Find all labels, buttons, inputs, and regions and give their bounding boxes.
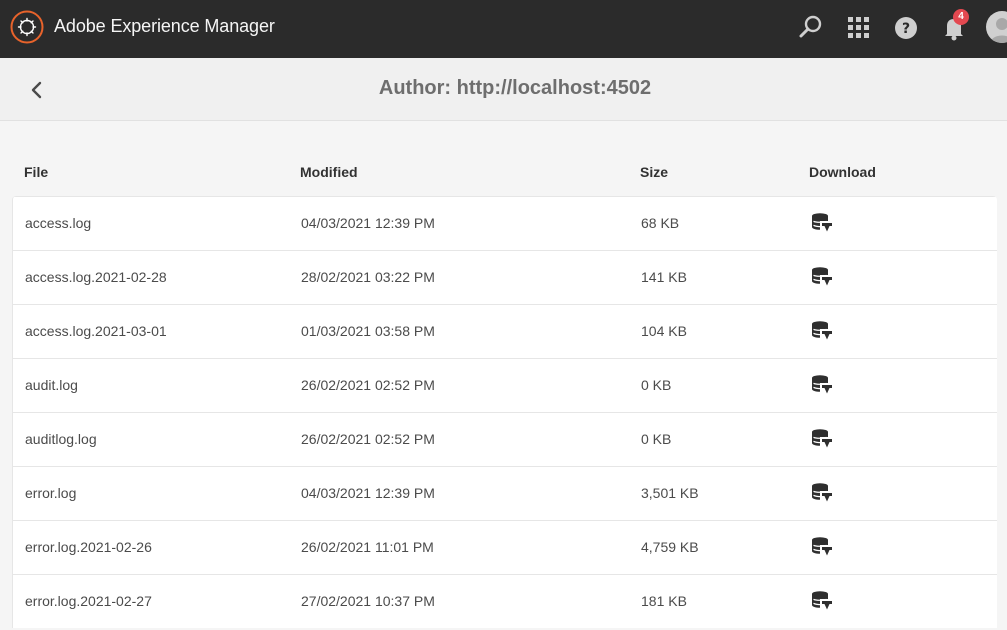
log-files-table: File Modified Size Download access.log 0… (12, 150, 997, 628)
file-name-cell: auditlog.log (25, 431, 97, 447)
file-name-cell: error.log (25, 485, 77, 501)
file-size-cell: 0 KB (641, 377, 672, 393)
download-icon[interactable] (810, 536, 834, 558)
modified-date-cell: 26/02/2021 11:01 PM (301, 539, 434, 555)
file-name-cell: access.log (25, 215, 92, 231)
help-icon[interactable]: ? (892, 12, 922, 42)
modified-date-cell: 01/03/2021 03:58 PM (301, 323, 435, 339)
modified-date-cell: 04/03/2021 12:39 PM (301, 215, 435, 231)
notification-badge: 4 (953, 9, 969, 25)
modified-date-cell: 26/02/2021 02:52 PM (301, 377, 435, 393)
table-row[interactable]: access.log.2021-02-28 28/02/2021 03:22 P… (13, 250, 997, 304)
modified-date-cell: 27/02/2021 10:37 PM (301, 593, 435, 609)
column-header-size[interactable]: Size (640, 164, 668, 180)
file-name-cell: error.log.2021-02-26 (25, 539, 152, 555)
column-header-download[interactable]: Download (809, 164, 876, 180)
file-size-cell: 4,759 KB (641, 539, 699, 555)
table-body: access.log 04/03/2021 12:39 PM 68 KB acc… (12, 196, 997, 628)
table-row[interactable]: error.log 04/03/2021 12:39 PM 3,501 KB (13, 466, 997, 520)
download-icon[interactable] (810, 320, 834, 342)
file-size-cell: 3,501 KB (641, 485, 699, 501)
download-icon[interactable] (810, 266, 834, 288)
table-row[interactable]: auditlog.log 26/02/2021 02:52 PM 0 KB (13, 412, 997, 466)
file-size-cell: 104 KB (641, 323, 687, 339)
download-icon[interactable] (810, 590, 834, 612)
download-icon[interactable] (810, 428, 834, 450)
page-title: Author: http://localhost:4502 (378, 77, 652, 99)
download-icon[interactable] (810, 212, 834, 234)
file-name-cell: error.log.2021-02-27 (25, 593, 152, 609)
table-row[interactable]: access.log.2021-03-01 01/03/2021 03:58 P… (13, 304, 997, 358)
user-avatar[interactable] (986, 11, 1007, 43)
title-bar: Author: http://localhost:4502 (0, 58, 1007, 121)
file-name-cell: audit.log (25, 377, 78, 393)
table-row[interactable]: audit.log 26/02/2021 02:52 PM 0 KB (13, 358, 997, 412)
file-size-cell: 68 KB (641, 215, 680, 231)
download-icon[interactable] (810, 374, 834, 396)
table-row[interactable]: error.log.2021-02-26 26/02/2021 11:01 PM… (13, 520, 997, 574)
column-header-file[interactable]: File (24, 164, 48, 180)
app-title[interactable]: Adobe Experience Manager (54, 16, 275, 37)
aem-logo-icon[interactable] (10, 10, 44, 44)
modified-date-cell: 28/02/2021 03:22 PM (301, 269, 435, 285)
file-size-cell: 141 KB (641, 269, 687, 285)
file-name-cell: access.log.2021-02-28 (25, 269, 167, 285)
modified-date-cell: 26/02/2021 02:52 PM (301, 431, 435, 447)
file-name-cell: access.log.2021-03-01 (25, 323, 167, 339)
column-header-modified[interactable]: Modified (300, 164, 358, 180)
file-size-cell: 181 KB (641, 593, 687, 609)
svg-text:?: ? (902, 21, 910, 37)
modified-date-cell: 04/03/2021 12:39 PM (301, 485, 435, 501)
file-size-cell: 0 KB (641, 431, 672, 447)
search-icon[interactable] (796, 12, 826, 42)
table-row[interactable]: error.log.2021-02-27 27/02/2021 10:37 PM… (13, 574, 997, 628)
apps-grid-icon[interactable] (844, 12, 874, 42)
download-icon[interactable] (810, 482, 834, 504)
table-row[interactable]: access.log 04/03/2021 12:39 PM 68 KB (13, 196, 997, 250)
shell-header: Adobe Experience Manager ? 4 (0, 0, 1007, 58)
table-header: File Modified Size Download (12, 150, 997, 196)
